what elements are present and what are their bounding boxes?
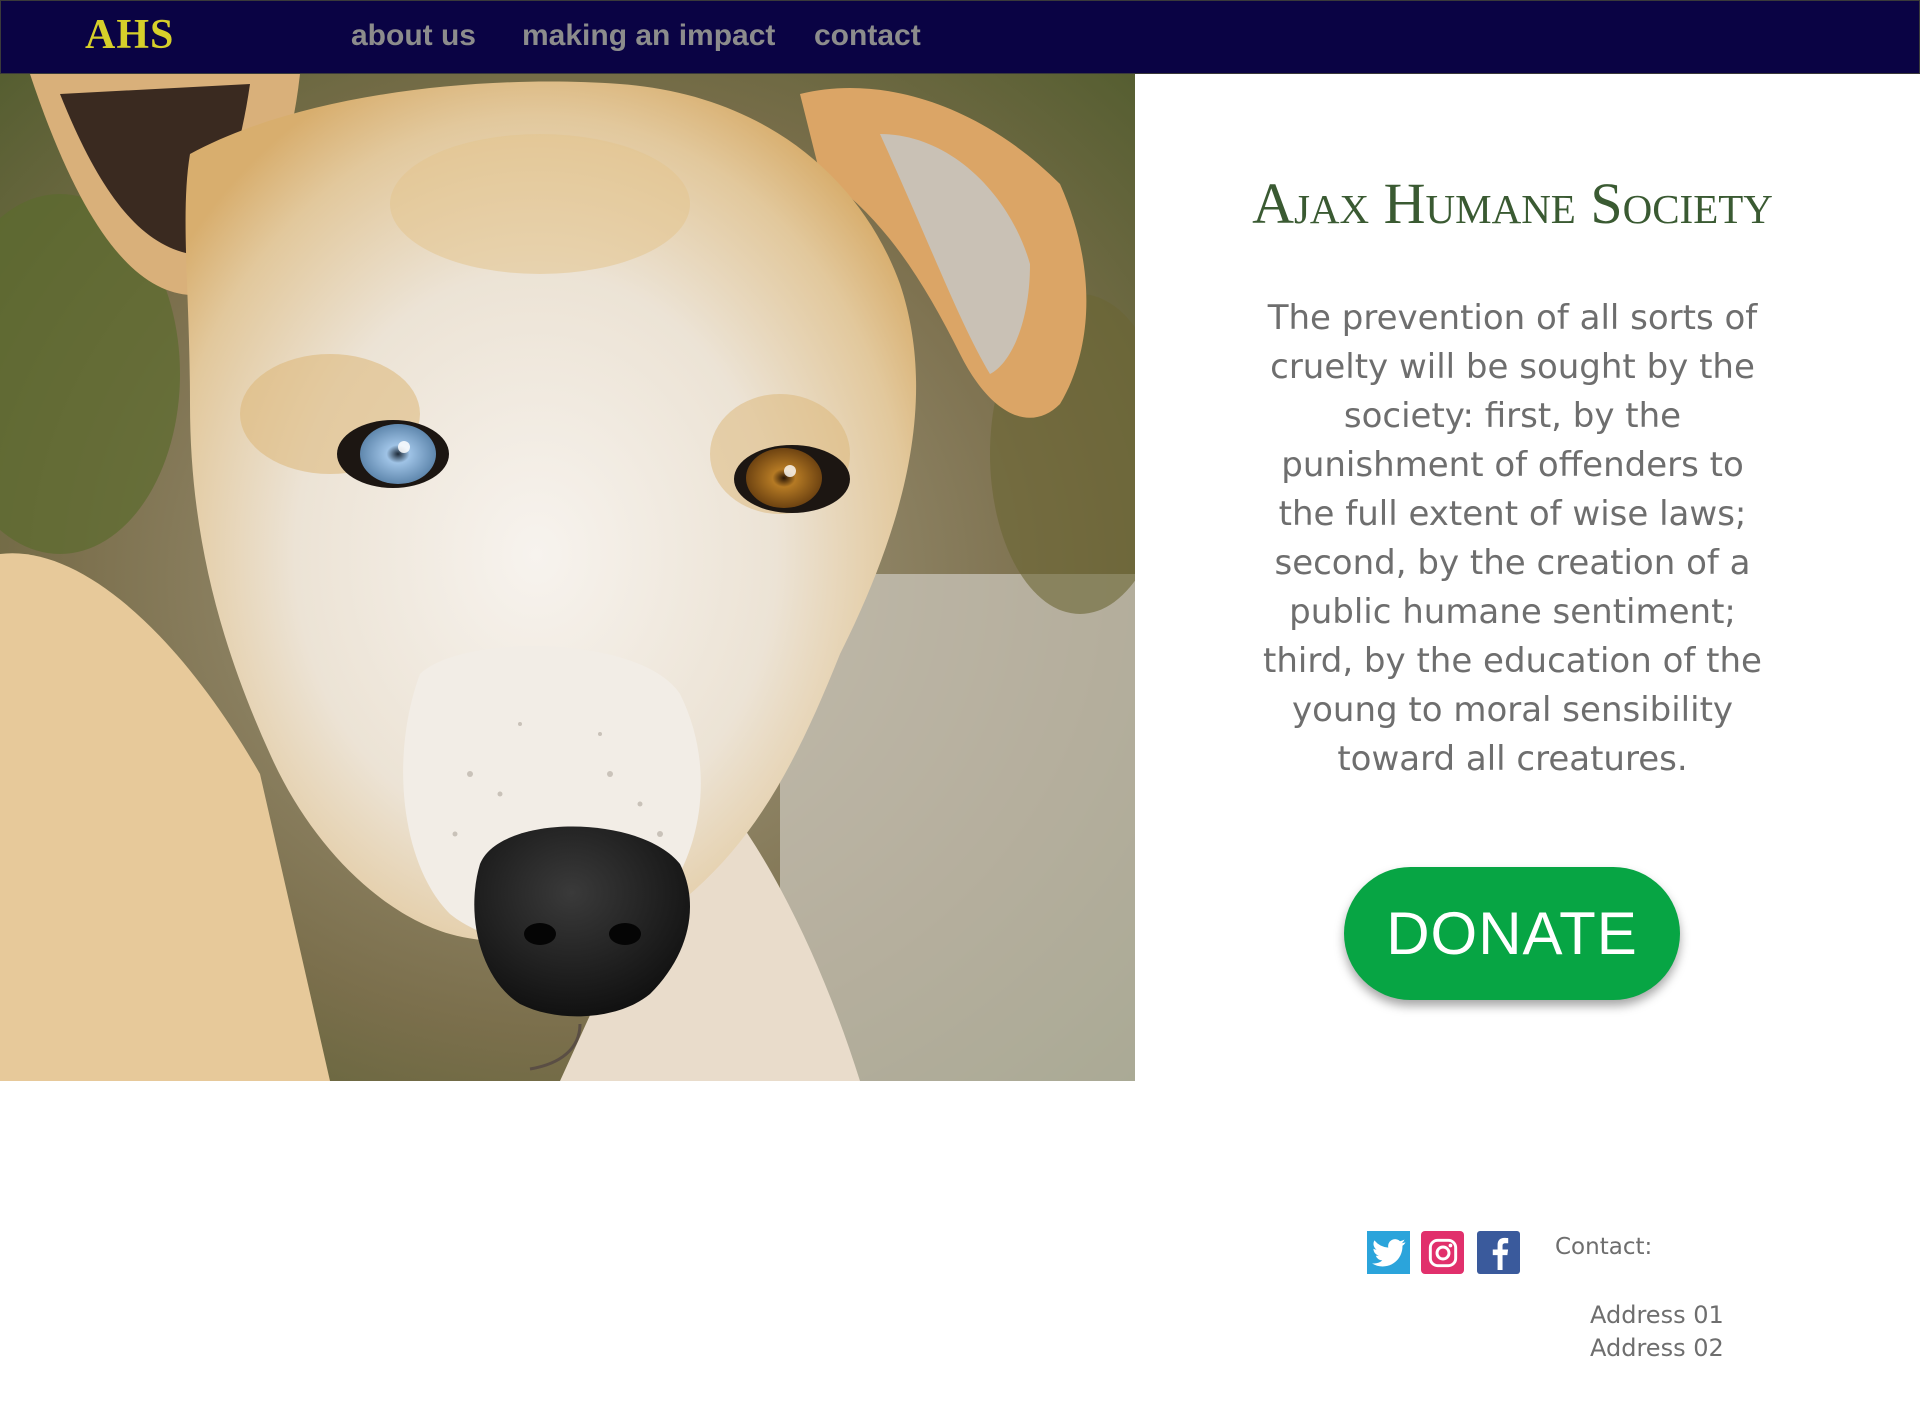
site-logo[interactable]: AHS [85,11,174,59]
address-line-2: Address 02 [1590,1334,1724,1362]
nav-link-contact[interactable]: contact [814,19,921,53]
hero-dog-photo [0,74,1135,1081]
page-title: Ajax Humane Society [1252,171,1773,236]
dog-illustration [0,74,1135,1081]
nav-link-about-us[interactable]: about us [351,19,476,53]
top-nav-bar: AHS about us making an impact contact [0,0,1920,74]
facebook-f-glyph [1492,1237,1508,1270]
donate-button[interactable]: DONATE [1344,867,1680,1000]
twitter-bird-glyph [1371,1238,1405,1266]
facebook-icon[interactable] [1477,1231,1520,1274]
mission-statement: The prevention of all sorts of cruelty w… [1263,298,1762,779]
nav-link-making-an-impact[interactable]: making an impact [522,19,775,53]
instagram-camera-glyph [1428,1238,1457,1267]
address-line-1: Address 01 [1590,1301,1724,1329]
instagram-icon[interactable] [1421,1231,1464,1274]
twitter-icon[interactable] [1367,1231,1410,1274]
contact-label: Contact: [1555,1234,1653,1260]
